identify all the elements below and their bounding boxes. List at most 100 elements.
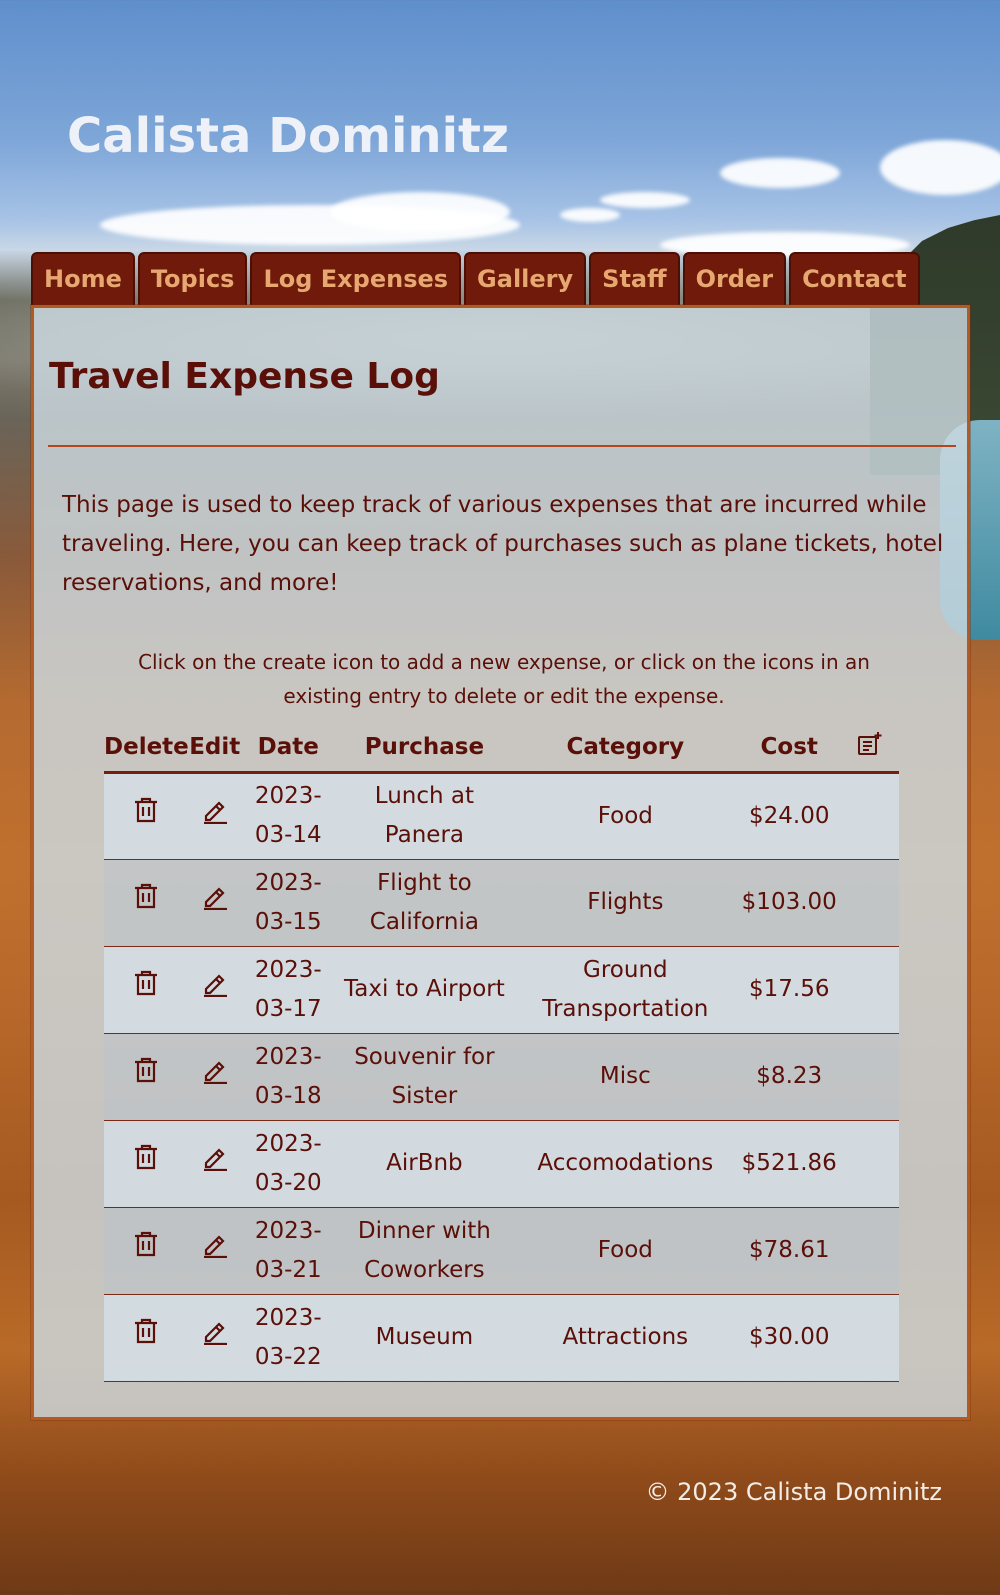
edit-cell [188,1033,241,1121]
cost-cell: $8.23 [737,1033,841,1121]
create-note-icon[interactable] [857,731,883,763]
content-panel: Travel Expense Log This page is used to … [31,305,970,1420]
instructions-text: Click on the create icon to add a new ex… [138,650,870,708]
pencil-icon[interactable] [201,882,229,910]
nav-tab-gallery[interactable]: Gallery [464,252,587,305]
purchase-cell: Dinner with Coworkers [335,1207,513,1295]
pencil-icon[interactable] [201,1317,229,1345]
nav-tab-staff[interactable]: Staff [589,252,680,305]
header-create [840,723,899,774]
nav-tab-topics[interactable]: Topics [137,252,248,305]
title-divider [48,445,956,447]
category-cell: Attractions [513,1294,738,1382]
date-cell: 2023- 03-18 [240,1033,336,1121]
delete-cell [104,1294,189,1382]
trash-icon[interactable] [133,1317,159,1345]
edit-cell [188,946,241,1034]
cost-cell: $30.00 [737,1294,841,1382]
trash-icon[interactable] [133,796,159,824]
table-header-row: Delete Edit Date Purchase Category Cost [104,723,899,774]
site-title: Calista Dominitz [67,108,509,164]
header-cost: Cost [737,723,841,774]
cost-cell: $78.61 [737,1207,841,1295]
category-cell: Misc [513,1033,738,1121]
footer-copyright: © 2023 Calista Dominitz [645,1478,942,1506]
cloud [600,192,690,208]
purchase-cell: Museum [335,1294,513,1382]
spacer-cell [840,1120,899,1208]
trash-icon[interactable] [133,969,159,997]
edit-cell [188,1294,241,1382]
delete-cell [104,859,189,947]
table-row: 2023- 03-15 Flight to California Flights $10… [104,859,899,947]
nav-tab-order[interactable]: Order [682,252,787,305]
expense-table: Delete Edit Date Purchase Category Cost [104,723,899,1382]
header-purchase: Purchase [335,723,513,774]
date-cell: 2023- 03-15 [240,859,336,947]
spacer-cell [840,1207,899,1295]
cloud [720,158,840,188]
table-row: 2023- 03-14 Lunch at Panera Food $24.00 [104,772,899,860]
category-cell: Flights [513,859,738,947]
spacer-cell [840,1033,899,1121]
header-delete: Delete [104,723,189,774]
trash-icon[interactable] [133,882,159,910]
pencil-icon[interactable] [201,1056,229,1084]
date-cell: 2023- 03-22 [240,1294,336,1382]
header-category: Category [513,723,738,774]
pencil-icon[interactable] [201,969,229,997]
header-date: Date [240,723,336,774]
cost-cell: $521.86 [737,1120,841,1208]
nav-tab-log-expenses[interactable]: Log Expenses [250,252,462,305]
date-cell: 2023- 03-17 [240,946,336,1034]
pencil-icon[interactable] [201,796,229,824]
edit-cell [188,1120,241,1208]
table-row: 2023- 03-17 Taxi to Airport Ground Transpor… [104,946,899,1034]
purchase-cell: Flight to California [335,859,513,947]
trash-icon[interactable] [133,1230,159,1258]
table-row: 2023- 03-22 Museum Attractions $30.00 [104,1294,899,1382]
intro-text: This page is used to keep track of vario… [62,492,944,596]
page-title: Travel Expense Log [49,356,440,397]
spacer-cell [840,1294,899,1382]
date-cell: 2023- 03-20 [240,1120,336,1208]
cost-cell: $17.56 [737,946,841,1034]
date-cell: 2023- 03-14 [240,772,336,860]
category-cell: Food [513,772,738,860]
delete-cell [104,1120,189,1208]
category-cell: Ground Transportation [513,946,738,1034]
purchase-cell: AirBnb [335,1120,513,1208]
cloud [560,208,620,222]
purchase-cell: Souvenir for Sister [335,1033,513,1121]
pencil-icon[interactable] [201,1143,229,1171]
edit-cell [188,772,241,860]
delete-cell [104,1033,189,1121]
purchase-cell: Taxi to Airport [335,946,513,1034]
table-row: 2023- 03-21 Dinner with Coworkers Food $78.6… [104,1207,899,1295]
nav-tab-home[interactable]: Home [31,252,135,305]
cost-cell: $24.00 [737,772,841,860]
purchase-cell: Lunch at Panera [335,772,513,860]
trash-icon[interactable] [133,1143,159,1171]
category-cell: Food [513,1207,738,1295]
cloud [330,192,510,232]
category-cell: Accomodations [513,1120,738,1208]
date-cell: 2023- 03-21 [240,1207,336,1295]
nav-tab-contact[interactable]: Contact [789,252,920,305]
cost-cell: $103.00 [737,859,841,947]
edit-cell [188,859,241,947]
spacer-cell [840,946,899,1034]
edit-cell [188,1207,241,1295]
spacer-cell [840,772,899,860]
main-nav: Home Topics Log Expenses Gallery Staff O… [31,252,920,305]
cloud [880,140,1000,195]
table-row: 2023- 03-20 AirBnb Accomodations $521.86 [104,1120,899,1208]
pencil-icon[interactable] [201,1230,229,1258]
delete-cell [104,946,189,1034]
delete-cell [104,772,189,860]
table-row: 2023- 03-18 Souvenir for Sister Misc $8.23 [104,1033,899,1121]
spacer-cell [840,859,899,947]
delete-cell [104,1207,189,1295]
header-edit: Edit [188,723,241,774]
trash-icon[interactable] [133,1056,159,1084]
